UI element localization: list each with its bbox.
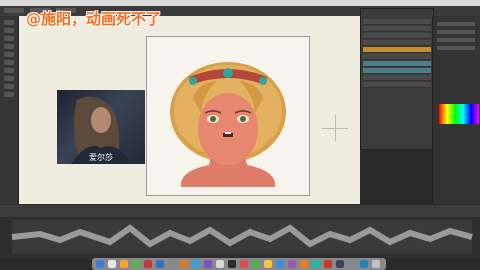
layer-row-selected[interactable] (363, 61, 431, 67)
app-icon[interactable] (252, 260, 260, 268)
app-icon[interactable] (288, 260, 296, 268)
layer-row[interactable] (363, 33, 431, 39)
app-icon[interactable] (192, 260, 200, 268)
app-icon[interactable] (264, 260, 272, 268)
tool-icon[interactable] (4, 60, 14, 65)
app-icon[interactable] (300, 260, 308, 268)
property-field[interactable] (437, 46, 475, 50)
timeline-ruler[interactable] (0, 205, 480, 217)
tool-icon[interactable] (4, 36, 14, 41)
property-field[interactable] (437, 30, 475, 34)
dock (92, 258, 386, 270)
trash-icon[interactable] (372, 260, 380, 268)
layer-row-highlighted[interactable] (363, 47, 431, 53)
layer-row[interactable] (363, 26, 431, 32)
app-icon[interactable] (240, 260, 248, 268)
app-icon[interactable] (204, 260, 212, 268)
tool-icon[interactable] (4, 44, 14, 49)
property-field[interactable] (437, 22, 475, 26)
layer-row[interactable] (363, 19, 431, 25)
app-icon[interactable] (96, 260, 104, 268)
overlay-headline: @施阳，动画死不了 (26, 10, 162, 28)
toolbar-button[interactable] (4, 8, 24, 13)
tool-icon[interactable] (4, 76, 14, 81)
tool-icon[interactable] (4, 68, 14, 73)
app-icon[interactable] (156, 260, 164, 268)
tool-icon[interactable] (4, 52, 14, 57)
layer-row[interactable] (363, 82, 431, 88)
app-icon[interactable] (276, 260, 284, 268)
app-icon[interactable] (324, 260, 332, 268)
property-field[interactable] (437, 38, 475, 42)
app-icon[interactable] (132, 260, 140, 268)
app-icon[interactable] (312, 260, 320, 268)
layers-panel (360, 8, 434, 150)
tool-icon[interactable] (4, 28, 14, 33)
app-icon[interactable] (168, 260, 176, 268)
tool-icon[interactable] (4, 20, 14, 25)
character-illustration (170, 62, 286, 187)
layer-row-selected[interactable] (363, 68, 431, 74)
app-icon[interactable] (120, 260, 128, 268)
app-icon[interactable] (336, 260, 344, 268)
tool-icon[interactable] (4, 92, 14, 97)
app-icon[interactable] (216, 260, 224, 268)
artboard[interactable] (146, 36, 310, 196)
color-swatch-grid[interactable] (439, 104, 479, 124)
crosshair-vertical (335, 115, 336, 141)
tool-icon[interactable] (4, 84, 14, 89)
reference-caption: 爱尔莎 (89, 153, 113, 162)
app-icon[interactable] (360, 260, 368, 268)
tool-palette (0, 16, 19, 204)
app-icon[interactable] (144, 260, 152, 268)
app-icon[interactable] (348, 260, 356, 268)
app-icon[interactable] (108, 260, 116, 268)
layer-row[interactable] (363, 75, 431, 81)
app-icon[interactable] (228, 260, 236, 268)
layer-row[interactable] (363, 54, 431, 60)
layer-row[interactable] (363, 40, 431, 46)
app-icon[interactable] (180, 260, 188, 268)
